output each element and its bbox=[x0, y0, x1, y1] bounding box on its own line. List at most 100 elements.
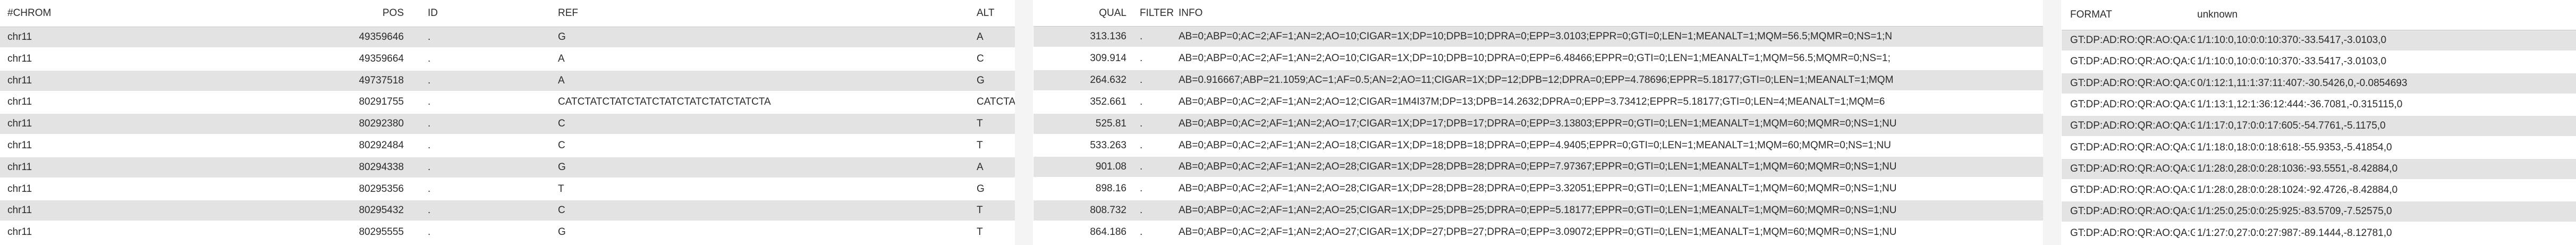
cell-alt: G bbox=[977, 74, 985, 86]
vcf-columns-panel-qual-to-info: QUAL FILTER INFO 313.136. AB=0;ABP=0;AC=2… bbox=[1033, 0, 2043, 245]
table-row[interactable]: GT:DP:AD:RO:QR:AO:QA:GL 1/1:13:1,12:1:36:… bbox=[2062, 95, 2576, 115]
cell-id: . bbox=[428, 53, 431, 64]
table-row[interactable]: GT:DP:AD:RO:QR:AO:QA:GL 1/1:10:0,10:0:0:1… bbox=[2062, 30, 2576, 50]
cell-sample: 1/1:28:0,28:0:0:28:1024:-92.4726,-8.4288… bbox=[2197, 184, 2398, 196]
table-row[interactable]: 352.661. AB=0;ABP=0;AC=2;AF=1;AN=2;AO=12;… bbox=[1033, 92, 2043, 112]
cell-id: . bbox=[428, 183, 431, 195]
cell-qual: 264.632 bbox=[1090, 74, 1126, 86]
cell-pos: 49737518 bbox=[359, 74, 404, 86]
panel-divider bbox=[2043, 0, 2061, 245]
table-row[interactable]: chr11 49359646. G A bbox=[0, 27, 1015, 47]
cell-sample: 1/1:28:0,28:0:0:28:1036:-93.5551,-8.4288… bbox=[2197, 163, 2398, 174]
cell-alt: T bbox=[977, 226, 983, 238]
cell-qual: 901.08 bbox=[1095, 161, 1126, 173]
cell-ref: C bbox=[558, 205, 565, 216]
column-header-alt[interactable]: ALT bbox=[977, 0, 1015, 27]
cell-format: GT:DP:AD:RO:QR:AO:QA:GL bbox=[2070, 184, 2195, 196]
table-row[interactable]: chr11 80295432. C T bbox=[0, 200, 1015, 221]
cell-info: AB=0;ABP=0;AC=2;AF=1;AN=2;AO=28;CIGAR=1X… bbox=[1179, 183, 1897, 195]
cell-qual: 525.81 bbox=[1095, 117, 1126, 129]
table-row[interactable]: 898.16. AB=0;ABP=0;AC=2;AF=1;AN=2;AO=28;C… bbox=[1033, 179, 2043, 199]
cell-pos: 80294338 bbox=[359, 161, 404, 173]
cell-pos: 80295555 bbox=[359, 226, 404, 238]
cell-sample: 0/1:12:1,11:1:37:11:407:-30.5426,0,-0.08… bbox=[2197, 77, 2408, 89]
cell-id: . bbox=[428, 31, 431, 43]
table-row[interactable]: chr11 80295356. T G bbox=[0, 179, 1015, 199]
column-header-ref[interactable]: REF bbox=[558, 0, 717, 27]
cell-qual: 352.661 bbox=[1090, 96, 1126, 107]
cell-filter: . bbox=[1140, 31, 1143, 42]
column-header-info[interactable]: INFO bbox=[1179, 0, 1285, 26]
table-row[interactable]: 533.263. AB=0;ABP=0;AC=2;AF=1;AN=2;AO=18;… bbox=[1033, 136, 2043, 156]
cell-info: AB=0;ABP=0;AC=2;AF=1;AN=2;AO=10;CIGAR=1X… bbox=[1179, 52, 1891, 64]
cell-ref: T bbox=[558, 183, 564, 195]
table-row[interactable]: GT:DP:AD:RO:QR:AO:QA:GL 1/1:28:0,28:0:0:2… bbox=[2062, 180, 2576, 200]
cell-alt: A bbox=[977, 31, 984, 43]
column-header-sample[interactable]: unknown bbox=[2197, 0, 2303, 30]
cell-alt: T bbox=[977, 205, 983, 216]
panel-divider bbox=[1015, 0, 1033, 245]
cell-pos: 80292484 bbox=[359, 140, 404, 151]
table-row[interactable]: GT:DP:AD:RO:QR:AO:QA:GL 1/1:18:0,18:0:0:1… bbox=[2062, 138, 2576, 158]
column-header-id[interactable]: ID bbox=[428, 0, 460, 27]
table-row[interactable]: 264.632. AB=0.916667;ABP=21.1059;AC=1;AF=… bbox=[1033, 70, 2043, 90]
table-row[interactable]: GT:DP:AD:RO:QR:AO:QA:GL 1/1:17:0,17:0:0:1… bbox=[2062, 116, 2576, 137]
cell-info: AB=0.916667;ABP=21.1059;AC=1;AF=0.5;AN=2… bbox=[1179, 74, 1894, 86]
cell-qual: 313.136 bbox=[1090, 31, 1126, 42]
table-row[interactable]: chr11 80294338. G A bbox=[0, 157, 1015, 178]
cell-alt: A bbox=[977, 161, 984, 173]
cell-sample: 1/1:18:0,18:0:0:18:618:-55.9353,-5.41854… bbox=[2197, 141, 2392, 153]
column-header-format[interactable]: FORMAT bbox=[2070, 0, 2176, 30]
column-header-pos[interactable]: POS bbox=[345, 0, 404, 27]
cell-chrom: chr11 bbox=[7, 205, 32, 216]
cell-ref: A bbox=[558, 53, 565, 64]
column-header-qual[interactable]: QUAL bbox=[1065, 0, 1126, 26]
cell-pos: 80292380 bbox=[359, 118, 404, 130]
cell-chrom: chr11 bbox=[7, 161, 32, 173]
table-row[interactable]: 313.136. AB=0;ABP=0;AC=2;AF=1;AN=2;AO=10;… bbox=[1033, 27, 2043, 47]
table-row[interactable]: chr11 80292484. C T bbox=[0, 136, 1015, 156]
cell-id: . bbox=[428, 140, 431, 151]
cell-chrom: chr11 bbox=[7, 53, 32, 64]
cell-info: AB=0;ABP=0;AC=2;AF=1;AN=2;AO=27;CIGAR=1X… bbox=[1179, 226, 1897, 238]
table-row[interactable]: 525.81. AB=0;ABP=0;AC=2;AF=1;AN=2;AO=17;C… bbox=[1033, 113, 2043, 134]
cell-id: . bbox=[428, 205, 431, 216]
cell-sample: 1/1:27:0,27:0:0:27:987:-89.1444,-8.12781… bbox=[2197, 227, 2392, 239]
cell-filter: . bbox=[1140, 139, 1143, 151]
cell-format: GT:DP:AD:RO:QR:AO:QA:GL bbox=[2070, 98, 2195, 110]
table-row[interactable]: GT:DP:AD:RO:QR:AO:QA:GL 1/1:28:0,28:0:0:2… bbox=[2062, 158, 2576, 179]
table-row[interactable]: 309.914. AB=0;ABP=0;AC=2;AF=1;AN=2;AO=10;… bbox=[1033, 48, 2043, 69]
cell-sample: 1/1:25:0,25:0:0:25:925:-83.5709,-7.52575… bbox=[2197, 206, 2392, 217]
cell-alt: T bbox=[977, 140, 983, 151]
cell-pos: 49359646 bbox=[359, 31, 404, 43]
table-row[interactable]: 808.732. AB=0;ABP=0;AC=2;AF=1;AN=2;AO=25;… bbox=[1033, 200, 2043, 221]
cell-pos: 80295356 bbox=[359, 183, 404, 195]
cell-info: AB=0;ABP=0;AC=2;AF=1;AN=2;AO=17;CIGAR=1X… bbox=[1179, 117, 1897, 129]
cell-ref: C bbox=[558, 140, 565, 151]
cell-info: AB=0;ABP=0;AC=2;AF=1;AN=2;AO=28;CIGAR=1X… bbox=[1179, 161, 1897, 173]
table-row[interactable]: GT:DP:AD:RO:QR:AO:QA:GL 1/1:10:0,10:0:0:1… bbox=[2062, 52, 2576, 72]
table-row[interactable]: GT:DP:AD:RO:QR:AO:QA:GL 0/1:12:1,11:1:37:… bbox=[2062, 73, 2576, 94]
table-header: QUAL FILTER INFO bbox=[1033, 0, 2043, 27]
table-row[interactable]: chr11 80292380. C T bbox=[0, 114, 1015, 134]
table-row[interactable]: chr11 49737518. A G bbox=[0, 70, 1015, 91]
table-row[interactable]: chr11 80291755. CATCTATCTATCTATCTATCTATCTA… bbox=[0, 92, 1015, 112]
cell-format: GT:DP:AD:RO:QR:AO:QA:GL bbox=[2070, 141, 2195, 153]
column-header-chrom[interactable]: #CHROM bbox=[7, 0, 114, 27]
table-row[interactable]: 864.186. AB=0;ABP=0;AC=2;AF=1;AN=2;AO=27;… bbox=[1033, 222, 2043, 242]
cell-chrom: chr11 bbox=[7, 118, 32, 130]
cell-filter: . bbox=[1140, 161, 1143, 173]
cell-ref: G bbox=[558, 161, 566, 173]
cell-format: GT:DP:AD:RO:QR:AO:QA:GL bbox=[2070, 77, 2195, 89]
cell-alt: C bbox=[977, 53, 984, 64]
cell-filter: . bbox=[1140, 226, 1143, 238]
table-row[interactable]: GT:DP:AD:RO:QR:AO:QA:GL 1/1:25:0,25:0:0:2… bbox=[2062, 201, 2576, 222]
cell-qual: 864.186 bbox=[1090, 226, 1126, 238]
cell-chrom: chr11 bbox=[7, 96, 32, 108]
table-row[interactable]: chr11 49359664. A C bbox=[0, 49, 1015, 69]
table-row[interactable]: chr11 80295555. G T bbox=[0, 222, 1015, 242]
table-row[interactable]: 901.08. AB=0;ABP=0;AC=2;AF=1;AN=2;AO=28;C… bbox=[1033, 157, 2043, 178]
cell-alt: CATCTATCT bbox=[977, 96, 1015, 108]
cell-filter: . bbox=[1140, 205, 1143, 216]
table-row[interactable]: GT:DP:AD:RO:QR:AO:QA:GL 1/1:27:0,27:0:0:2… bbox=[2062, 223, 2576, 243]
